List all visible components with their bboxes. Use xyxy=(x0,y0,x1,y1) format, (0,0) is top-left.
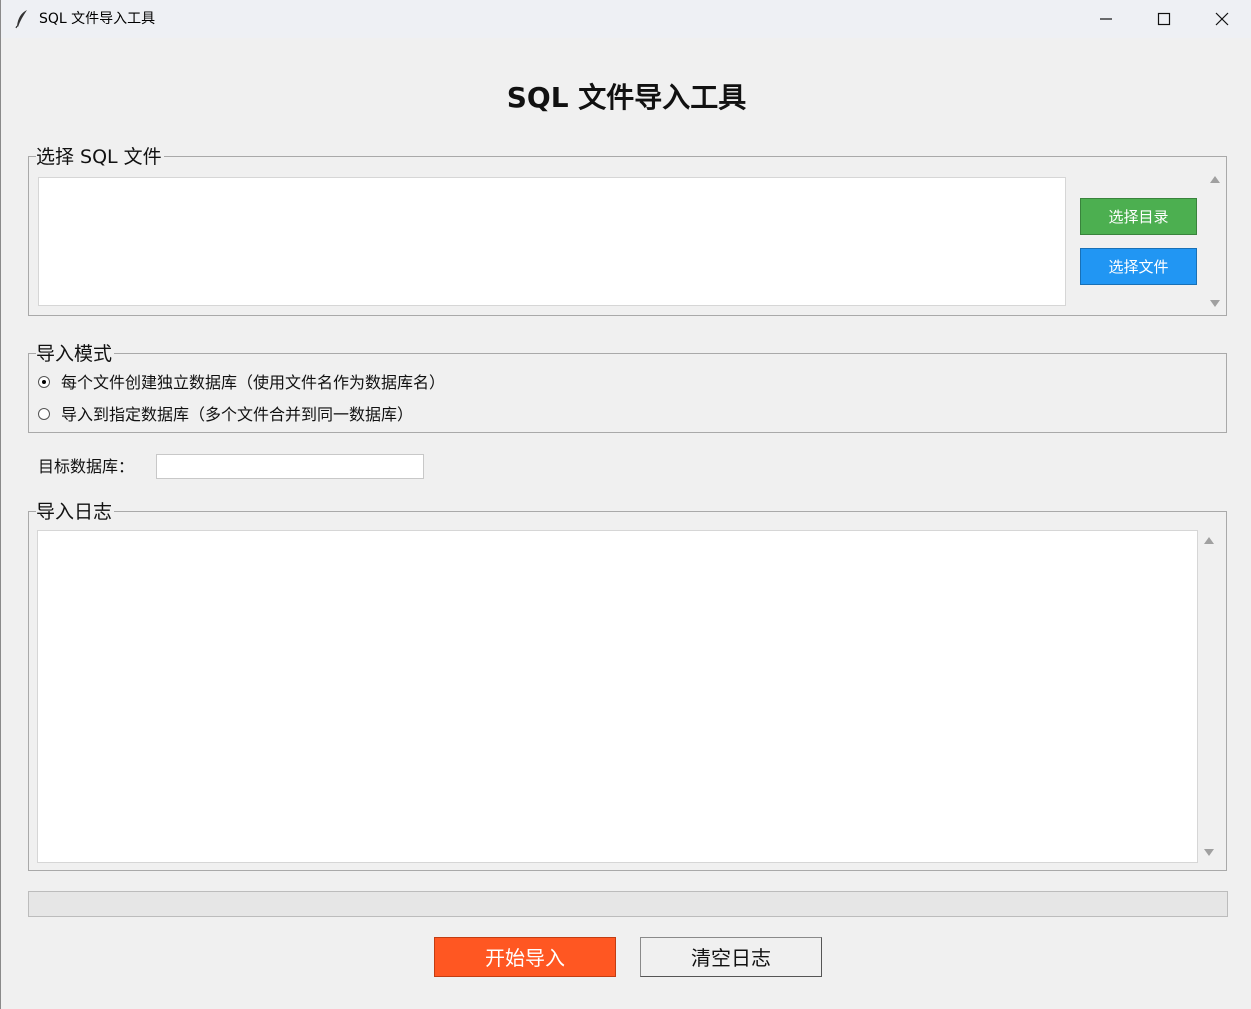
feather-icon xyxy=(15,9,29,29)
import-mode-legend: 导入模式 xyxy=(36,343,115,365)
mode-option-merge-label: 导入到指定数据库（多个文件合并到同一数据库） xyxy=(61,405,414,424)
app-window: SQL 文件导入工具 SQL 文件导入工具 选择 SQL 文件 选择目录 选择文… xyxy=(0,0,1251,1009)
target-db-label: 目标数据库： xyxy=(38,457,135,476)
import-progress-bar xyxy=(28,891,1228,917)
scroll-up-arrow-icon[interactable] xyxy=(1204,537,1214,544)
scroll-up-arrow-icon[interactable] xyxy=(1210,176,1220,183)
maximize-icon xyxy=(1157,12,1171,26)
close-button[interactable] xyxy=(1193,0,1251,38)
mode-option-separate-label: 每个文件创建独立数据库（使用文件名作为数据库名） xyxy=(61,373,446,392)
file-list-scrollbar[interactable] xyxy=(1205,170,1225,312)
start-import-button[interactable]: 开始导入 xyxy=(434,937,616,977)
file-list-textarea[interactable] xyxy=(38,177,1066,306)
scroll-down-arrow-icon[interactable] xyxy=(1204,849,1214,856)
app-heading: SQL 文件导入工具 xyxy=(506,81,747,114)
mode-option-separate[interactable]: 每个文件创建独立数据库（使用文件名作为数据库名） xyxy=(37,373,477,395)
select-directory-button[interactable]: 选择目录 xyxy=(1080,198,1197,235)
radio-selected-dot xyxy=(42,380,46,384)
target-db-input[interactable] xyxy=(156,454,424,479)
file-select-legend: 选择 SQL 文件 xyxy=(36,146,164,168)
radio-button[interactable] xyxy=(38,408,50,420)
scroll-down-arrow-icon[interactable] xyxy=(1210,300,1220,307)
radio-button-selected[interactable] xyxy=(38,376,50,388)
window-title: SQL 文件导入工具 xyxy=(39,11,156,27)
select-file-button[interactable]: 选择文件 xyxy=(1080,248,1197,285)
log-legend: 导入日志 xyxy=(36,501,115,523)
minimize-button[interactable] xyxy=(1077,0,1135,38)
mode-option-merge[interactable]: 导入到指定数据库（多个文件合并到同一数据库） xyxy=(37,405,457,427)
close-icon xyxy=(1215,12,1229,26)
title-bar[interactable]: SQL 文件导入工具 xyxy=(1,0,1251,38)
log-textarea[interactable] xyxy=(37,530,1198,863)
log-scrollbar[interactable] xyxy=(1199,530,1219,863)
maximize-button[interactable] xyxy=(1135,0,1193,38)
clear-log-button[interactable]: 清空日志 xyxy=(640,937,822,977)
minimize-icon xyxy=(1100,18,1112,20)
